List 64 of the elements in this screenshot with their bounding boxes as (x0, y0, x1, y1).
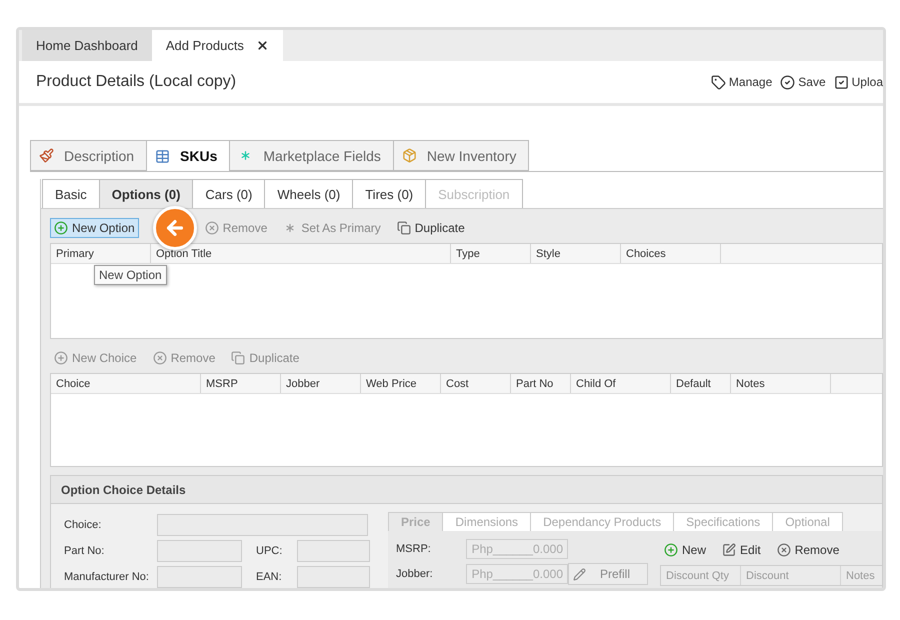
toolbar-action[interactable]: Uploa (834, 74, 883, 90)
input-field[interactable] (157, 566, 242, 588)
page-title: Product Details (Local copy) (36, 73, 236, 91)
tab[interactable]: Marketplace Fields (230, 140, 394, 171)
field-label: Manufacturer No: (64, 571, 150, 583)
column-header[interactable]: Notes (731, 374, 831, 393)
column-header[interactable]: Part No (511, 374, 571, 393)
field-label: UPC: (256, 545, 284, 557)
column-header[interactable]: MSRP (201, 374, 281, 393)
column-header[interactable]: Web Price (361, 374, 441, 393)
add-icon (54, 221, 68, 235)
tab[interactable]: Wheels (0) (265, 179, 354, 208)
tab[interactable]: Description (30, 140, 148, 171)
close-icon[interactable] (256, 39, 269, 52)
column-header[interactable]: Choices (621, 244, 721, 263)
window-tab[interactable]: Home Dashboard (22, 30, 152, 61)
column-header[interactable]: Cost (441, 374, 511, 393)
remove-icon (204, 221, 219, 235)
toolbar-button[interactable]: Edit (718, 540, 765, 560)
add-icon (54, 351, 68, 365)
tab[interactable]: Cars (0) (193, 179, 266, 208)
input-field[interactable] (157, 514, 368, 536)
field-label: EAN: (256, 571, 283, 583)
field-label: Jobber: (396, 568, 434, 580)
pencil-icon (573, 568, 586, 581)
column-header[interactable]: Jobber (281, 374, 361, 393)
panel-title: Option Choice Details (51, 476, 882, 504)
input-field[interactable] (157, 540, 242, 562)
input-field[interactable] (297, 540, 370, 562)
column-header[interactable]: Style (531, 244, 621, 263)
box-icon (402, 148, 417, 163)
toolbar-action[interactable]: Manage (710, 74, 772, 90)
checkbox-icon (834, 74, 849, 90)
tooltip: New Option (94, 265, 167, 285)
tab[interactable]: Options (0) (100, 179, 194, 208)
toolbar-button[interactable]: Remove (772, 540, 844, 560)
tab[interactable]: Basic (42, 179, 100, 208)
tab[interactable]: New Inventory (394, 140, 530, 171)
remove-icon (152, 351, 167, 365)
input-field[interactable] (297, 566, 370, 588)
toolbar-action[interactable]: Save (780, 74, 826, 90)
field-label: Part No: (64, 545, 106, 557)
toolbar-button[interactable]: Duplicate (392, 218, 469, 238)
add-icon (664, 543, 678, 558)
copy-icon (396, 221, 411, 235)
edit-icon (722, 543, 736, 558)
column-header[interactable]: Type (451, 244, 531, 263)
window-tab[interactable]: Add Products (152, 30, 283, 61)
field-label: Choice: (64, 519, 102, 531)
tab[interactable]: Tires (0) (353, 179, 426, 208)
check-circle-icon (780, 74, 796, 90)
brush-icon (39, 148, 54, 163)
copy-icon (231, 351, 246, 365)
toolbar-button[interactable]: New (660, 540, 710, 560)
column-header[interactable]: Child Of (571, 374, 671, 393)
column-header[interactable]: Primary (51, 244, 151, 263)
column-header[interactable]: Default (671, 374, 731, 393)
tag-icon (710, 74, 726, 90)
tab[interactable]: SKUs (147, 140, 230, 172)
remove-icon (776, 543, 791, 558)
toolbar-button[interactable]: New Option (50, 218, 139, 238)
column-header[interactable]: Choice (51, 374, 201, 393)
field-label: MSRP: (396, 543, 432, 556)
table-icon (155, 148, 170, 164)
